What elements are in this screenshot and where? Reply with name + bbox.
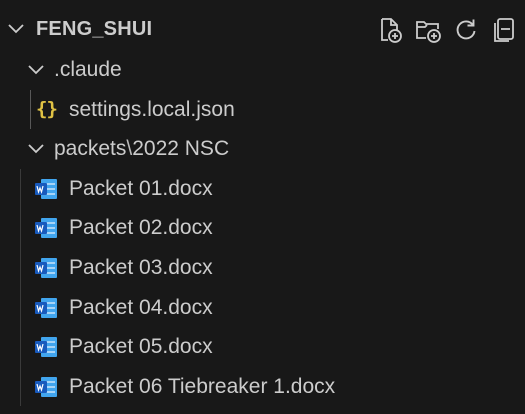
chevron-down-icon[interactable] xyxy=(26,139,46,159)
folder-segment-packets: packets xyxy=(54,137,127,161)
file-tree: .claude {} settings.local.json packets\2… xyxy=(0,50,525,407)
word-doc-icon xyxy=(35,337,57,358)
folder-label: .claude xyxy=(54,58,122,81)
new-file-button[interactable] xyxy=(375,15,405,45)
explorer-panel: FENG_SHUI .claude {} settings.local.json… xyxy=(0,0,525,414)
word-doc-icon xyxy=(35,218,57,239)
chevron-down-icon[interactable] xyxy=(26,60,46,80)
file-packet-02[interactable]: Packet 02.docx xyxy=(0,208,525,248)
file-label: Packet 06 Tiebreaker 1.docx xyxy=(69,374,336,398)
indent-guide xyxy=(20,247,21,288)
collapse-all-button[interactable] xyxy=(489,15,519,45)
refresh-icon xyxy=(456,19,476,40)
file-label: Packet 04.docx xyxy=(69,295,213,319)
word-doc-icon xyxy=(35,297,57,318)
indent-guide xyxy=(30,89,31,130)
explorer-actions xyxy=(375,15,519,45)
new-folder-icon xyxy=(416,21,441,43)
indent-guide xyxy=(20,208,21,248)
refresh-button[interactable] xyxy=(451,15,481,45)
chevron-down-icon[interactable] xyxy=(6,19,26,39)
new-folder-button[interactable] xyxy=(413,15,443,45)
word-doc-icon xyxy=(35,257,57,278)
indent-guide xyxy=(20,287,21,328)
file-label: Packet 03.docx xyxy=(69,255,213,279)
file-packet-03[interactable]: Packet 03.docx xyxy=(0,247,525,288)
file-settings-local-json[interactable]: {} settings.local.json xyxy=(0,89,525,130)
folder-packets-2022-nsc[interactable]: packets\2022 NSC xyxy=(0,129,525,169)
folder-label: packets\2022 NSC xyxy=(54,137,229,161)
file-packet-04[interactable]: Packet 04.docx xyxy=(0,287,525,328)
indent-guide xyxy=(20,366,21,407)
file-label: Packet 02.docx xyxy=(69,216,213,240)
file-label: Packet 05.docx xyxy=(69,335,213,359)
folder-segment-2022-nsc: 2022 NSC xyxy=(132,137,230,161)
file-packet-01[interactable]: Packet 01.docx xyxy=(0,168,525,209)
explorer-header[interactable]: FENG_SHUI xyxy=(0,8,525,50)
json-icon: {} xyxy=(36,97,58,120)
folder-claude[interactable]: .claude xyxy=(0,50,525,90)
indent-guide xyxy=(20,327,21,367)
word-doc-icon xyxy=(35,376,57,397)
file-label: settings.local.json xyxy=(69,97,235,121)
file-packet-05[interactable]: Packet 05.docx xyxy=(0,327,525,367)
indent-guide xyxy=(20,168,21,209)
new-file-icon xyxy=(381,18,402,43)
word-doc-icon xyxy=(35,178,57,199)
file-label: Packet 01.docx xyxy=(69,176,213,200)
collapse-all-icon xyxy=(494,18,514,42)
workspace-title: FENG_SHUI xyxy=(36,18,153,40)
file-packet-06-tiebreaker-1[interactable]: Packet 06 Tiebreaker 1.docx xyxy=(0,366,525,407)
